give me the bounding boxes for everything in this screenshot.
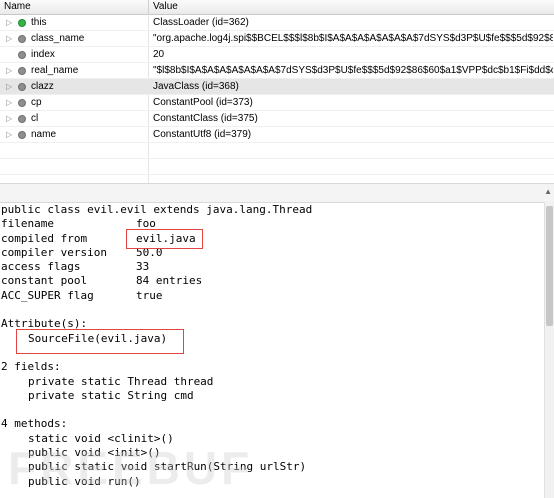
expand-triangle-icon[interactable]: ▷ — [6, 63, 12, 78]
field-icon — [18, 35, 26, 43]
prop-line: compiled from evil.java — [1, 232, 541, 246]
variable-rows: ▷ this ClassLoader (id=362) ▷ class_name… — [0, 15, 554, 191]
variable-row-real-name[interactable]: ▷ real_name "$l$8b$I$A$A$A$A$A$A$A$7dSYS… — [0, 63, 554, 79]
field-icon — [18, 67, 26, 75]
variable-row-class-name[interactable]: ▷ class_name "org.apache.log4j.spi$$BCEL… — [0, 31, 554, 47]
variable-value: ConstantPool (id=373) — [153, 97, 253, 108]
prop-value: 33 — [136, 260, 150, 274]
column-separator[interactable] — [148, 0, 149, 14]
variable-value: ConstantUtf8 (id=379) — [153, 129, 252, 140]
expand-triangle-icon[interactable]: ▷ — [6, 111, 12, 126]
variable-value: "org.apache.log4j.spi$$BCEL$$$l$8b$I$A$A… — [153, 33, 553, 44]
variable-value: 20 — [153, 49, 165, 60]
prop-key: access flags — [1, 260, 81, 274]
variable-row-clazz[interactable]: ▷ clazz JavaClass (id=368) — [0, 79, 554, 95]
prop-key: compiled from — [1, 231, 88, 245]
variable-name: name — [31, 129, 57, 140]
expand-triangle-icon[interactable]: ▷ — [6, 95, 12, 110]
prop-value: true — [136, 288, 163, 302]
expand-triangle-icon[interactable]: ▷ — [6, 79, 12, 94]
variable-row-cp[interactable]: ▷ cp ConstantPool (id=373) — [0, 95, 554, 111]
variable-name: index — [31, 49, 55, 60]
fields-header: 2 fields: — [1, 360, 61, 374]
prop-key: compiler version — [1, 245, 107, 259]
variable-row-index[interactable]: index 20 — [0, 47, 554, 63]
prop-line: ACC_SUPER flag true — [1, 289, 541, 303]
field-item: private static Thread thread — [28, 374, 214, 388]
pane-divider[interactable]: ▲ — [0, 183, 554, 203]
field-icon — [18, 51, 26, 59]
expand-triangle-icon[interactable]: ▷ — [6, 15, 12, 30]
prop-line: constant pool 84 entries — [1, 274, 541, 288]
class-declaration: public class evil.evil extends java.lang… — [1, 203, 313, 216]
variable-row-this[interactable]: ▷ this ClassLoader (id=362) — [0, 15, 554, 31]
prop-line: access flags 33 — [1, 260, 541, 274]
prop-line: compiler version 50.0 — [1, 246, 541, 260]
empty-row — [0, 159, 554, 175]
variable-value: "$l$8b$I$A$A$A$A$A$A$A$7dSYS$d3P$U$fe$$$… — [153, 65, 553, 76]
expand-triangle-icon[interactable]: ▷ — [6, 127, 12, 142]
prop-key: constant pool — [1, 274, 88, 288]
methods-header: 4 methods: — [1, 417, 68, 431]
variable-name: real_name — [31, 65, 79, 76]
variable-row-cl[interactable]: ▷ cl ConstantClass (id=375) — [0, 111, 554, 127]
compiled-from-highlight-box — [126, 229, 203, 249]
value-column-header[interactable]: Value — [153, 0, 178, 14]
variable-name: this — [31, 17, 47, 28]
scroll-up-arrow-icon[interactable]: ▲ — [544, 187, 552, 196]
field-icon — [18, 115, 26, 123]
empty-row — [0, 143, 554, 159]
variable-value: ConstantClass (id=375) — [153, 113, 258, 124]
variable-value: ClassLoader (id=362) — [153, 17, 249, 28]
variable-value: JavaClass (id=368) — [153, 81, 239, 92]
expand-triangle-icon[interactable]: ▷ — [6, 31, 12, 46]
variable-name: clazz — [31, 81, 54, 92]
variables-table: Name Value ▷ this ClassLoader (id=362) ▷… — [0, 0, 554, 191]
scrollbar-thumb[interactable] — [546, 206, 553, 326]
vertical-scrollbar[interactable] — [544, 202, 554, 498]
local-variable-icon — [18, 19, 26, 27]
name-column-header[interactable]: Name — [4, 0, 31, 14]
field-icon — [18, 131, 26, 139]
table-header: Name Value — [0, 0, 554, 15]
field-item: private static String cmd — [28, 388, 194, 402]
variable-row-name[interactable]: ▷ name ConstantUtf8 (id=379) — [0, 127, 554, 143]
field-icon — [18, 99, 26, 107]
variable-name: cp — [31, 97, 42, 108]
variable-name: class_name — [31, 33, 85, 44]
prop-key: filename — [1, 217, 54, 231]
field-icon — [18, 83, 26, 91]
watermark: FREEBUF — [8, 442, 254, 494]
prop-key: ACC_SUPER flag — [1, 288, 94, 302]
variable-name: cl — [31, 113, 39, 124]
sourcefile-highlight-box — [16, 329, 184, 354]
prop-line: filename foo — [1, 217, 541, 231]
prop-value: 84 entries — [136, 274, 203, 288]
